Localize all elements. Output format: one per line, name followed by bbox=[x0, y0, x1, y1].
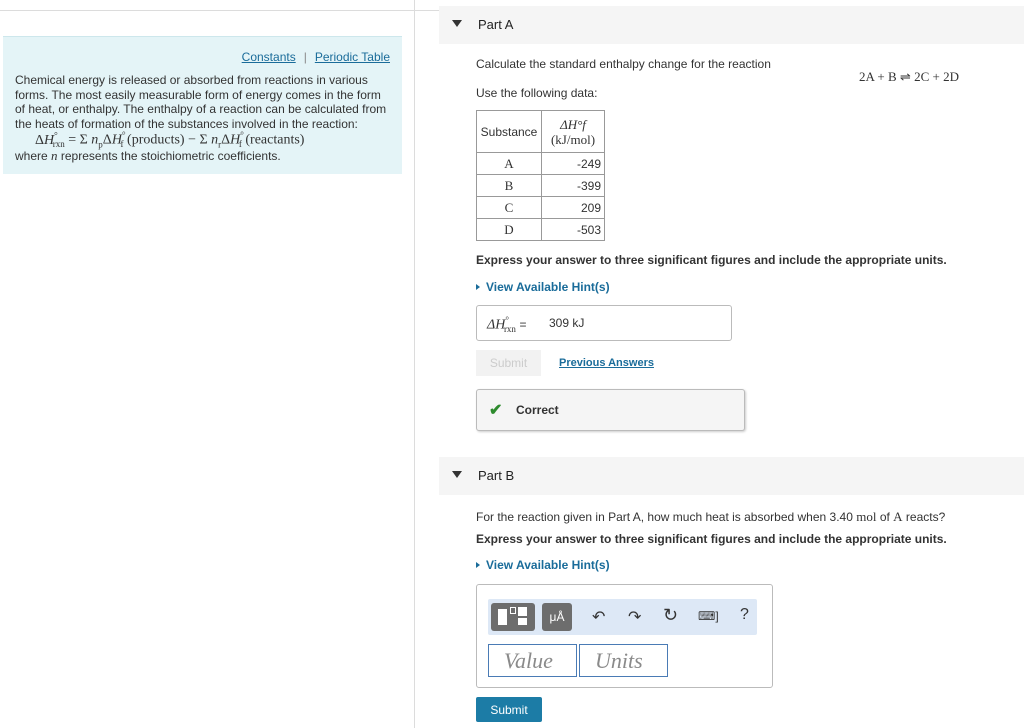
part-b-question-unit: mol bbox=[856, 509, 877, 524]
part-b-header[interactable]: Part B bbox=[439, 457, 1024, 495]
caret-right-icon bbox=[476, 562, 480, 568]
where-note: where n represents the stoichiometric co… bbox=[15, 148, 281, 164]
part-a-header[interactable]: Part A bbox=[439, 6, 1024, 44]
part-b-question-mid: of bbox=[879, 510, 890, 524]
substance-cell: A bbox=[476, 152, 542, 175]
units-button[interactable]: μÅ bbox=[542, 603, 572, 631]
reset-icon[interactable]: ↻ bbox=[663, 605, 678, 626]
top-divider-right bbox=[415, 10, 439, 11]
redo-icon[interactable]: ↷ bbox=[628, 607, 641, 627]
intro-text: Chemical energy is released or absorbed … bbox=[15, 73, 387, 131]
part-a-title: Part A bbox=[478, 17, 514, 32]
link-separator: | bbox=[303, 50, 307, 64]
use-data-label: Use the following data: bbox=[476, 86, 598, 100]
template-icon-part bbox=[518, 607, 527, 616]
reaction-equation: 2A + B ⇌ 2C + 2D bbox=[859, 69, 959, 84]
enthalpy-header: ΔH°f (kJ/mol) bbox=[541, 110, 605, 153]
substance-cell: C bbox=[476, 196, 542, 219]
substance-cell: B bbox=[476, 174, 542, 197]
part-a-answer-value: 309 kJ bbox=[549, 316, 585, 330]
part-a-hints-label: View Available Hint(s) bbox=[486, 280, 610, 294]
table-header-row: Substance ΔH°f (kJ/mol) bbox=[476, 110, 605, 153]
enthalpy-cell: -503 bbox=[541, 218, 605, 241]
template-icon-part bbox=[510, 607, 516, 614]
table-row: B -399 bbox=[476, 174, 605, 197]
part-a-answer-box[interactable]: ΔH°rxn = 309 kJ bbox=[476, 305, 732, 341]
templates-button[interactable] bbox=[491, 603, 535, 631]
template-icon bbox=[498, 609, 507, 625]
feedback-label: Correct bbox=[516, 403, 559, 417]
part-b-question: For the reaction given in Part A, how mu… bbox=[476, 509, 945, 525]
feedback-box: ✔ Correct bbox=[476, 389, 745, 431]
collapse-triangle-icon[interactable] bbox=[452, 471, 462, 478]
part-b-title: Part B bbox=[478, 468, 515, 483]
resource-links: Constants | Periodic Table bbox=[242, 50, 390, 64]
part-b-question-pre: For the reaction given in Part A, how mu… bbox=[476, 510, 853, 524]
part-b-hints-link[interactable]: View Available Hint(s) bbox=[476, 558, 610, 572]
formula-lhs: ΔH°rxn bbox=[35, 130, 65, 150]
part-b-question-var: A bbox=[893, 509, 903, 524]
part-b-hints-label: View Available Hint(s) bbox=[486, 558, 610, 572]
enthalpy-header-symbol: ΔH°f bbox=[560, 116, 586, 132]
table-row: C 209 bbox=[476, 196, 605, 219]
units-field[interactable]: Units bbox=[579, 644, 668, 677]
enthalpy-header-unit: (kJ/mol) bbox=[550, 131, 596, 147]
where-suffix: represents the stoichiometric coefficien… bbox=[60, 149, 281, 163]
enthalpy-formula: ΔH°rxn = Σ npΔH°f (products) − Σ nrΔH°f … bbox=[35, 130, 305, 150]
undo-icon[interactable]: ↶ bbox=[592, 607, 605, 627]
top-divider bbox=[0, 10, 415, 11]
part-a-instruction: Express your answer to three significant… bbox=[476, 253, 947, 267]
where-variable: n bbox=[51, 148, 58, 163]
keyboard-icon[interactable]: ⌨] bbox=[698, 609, 719, 623]
substance-header: Substance bbox=[476, 110, 542, 153]
enthalpy-data-table: Substance ΔH°f (kJ/mol) A -249 B -399 C 2… bbox=[476, 110, 605, 241]
part-a-hints-link[interactable]: View Available Hint(s) bbox=[476, 280, 610, 294]
template-icon-part bbox=[518, 618, 527, 625]
checkmark-icon: ✔ bbox=[489, 402, 503, 419]
part-a-question: Calculate the standard enthalpy change f… bbox=[476, 57, 771, 71]
part-b-instruction: Express your answer to three significant… bbox=[476, 532, 947, 546]
vertical-divider bbox=[414, 0, 415, 728]
where-prefix: where bbox=[15, 149, 48, 163]
answer-lhs-label: ΔH°rxn = bbox=[487, 315, 527, 335]
caret-right-icon bbox=[476, 284, 480, 290]
part-b-submit-button[interactable]: Submit bbox=[476, 697, 542, 722]
part-a-submit-button[interactable]: Submit bbox=[476, 350, 541, 376]
info-panel: Constants | Periodic Table Chemical energy… bbox=[3, 36, 402, 174]
substance-cell: D bbox=[476, 218, 542, 241]
table-row: D -503 bbox=[476, 218, 605, 241]
part-b-question-post: reacts? bbox=[905, 510, 946, 524]
table-row: A -249 bbox=[476, 152, 605, 175]
value-field[interactable]: Value bbox=[488, 644, 577, 677]
periodic-table-link[interactable]: Periodic Table bbox=[315, 50, 390, 64]
enthalpy-cell: -399 bbox=[541, 174, 605, 197]
constants-link[interactable]: Constants bbox=[242, 50, 296, 64]
previous-answers-link[interactable]: Previous Answers bbox=[559, 357, 654, 369]
part-b-answer-widget: μÅ ↶ ↷ ↻ ⌨] ? Value Units bbox=[476, 584, 773, 688]
help-icon[interactable]: ? bbox=[740, 606, 749, 624]
enthalpy-cell: 209 bbox=[541, 196, 605, 219]
collapse-triangle-icon[interactable] bbox=[452, 20, 462, 27]
math-toolbar: μÅ ↶ ↷ ↻ ⌨] ? bbox=[488, 599, 757, 635]
enthalpy-cell: -249 bbox=[541, 152, 605, 175]
